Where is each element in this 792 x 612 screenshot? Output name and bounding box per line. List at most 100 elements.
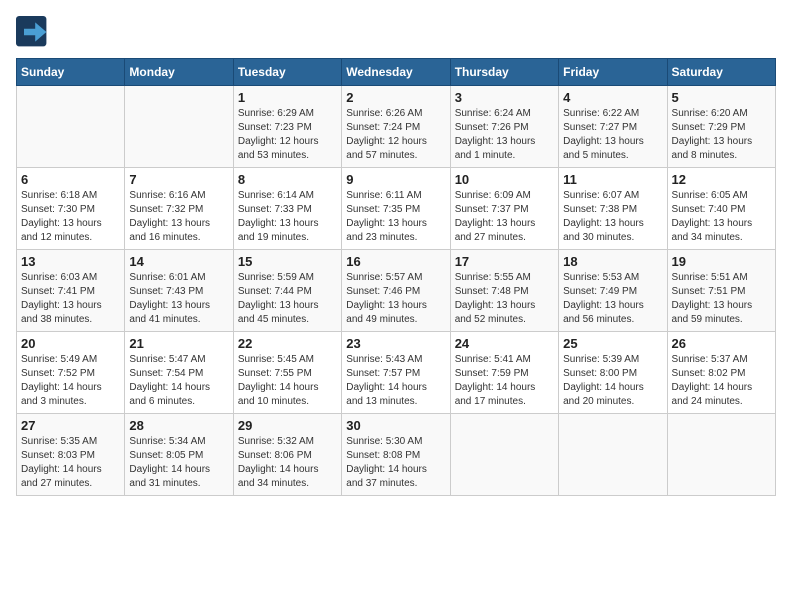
- day-number: 11: [563, 172, 662, 187]
- calendar-cell: 22 Sunrise: 5:45 AM Sunset: 7:55 PM Dayli…: [233, 332, 341, 414]
- calendar-cell: 29 Sunrise: 5:32 AM Sunset: 8:06 PM Dayli…: [233, 414, 341, 496]
- calendar-cell: [125, 86, 233, 168]
- calendar-week-row: 27Sunrise: 5:35 AM Sunset: 8:03 PM Dayli…: [17, 414, 776, 496]
- day-number: 23: [346, 336, 445, 351]
- calendar-cell: 24Sunrise: 5:41 AM Sunset: 7:59 PM Dayli…: [450, 332, 558, 414]
- calendar-week-row: 20Sunrise: 5:49 AM Sunset: 7:52 PM Dayli…: [17, 332, 776, 414]
- calendar-cell: 15 Sunrise: 5:59 AM Sunset: 7:44 PM Dayli…: [233, 250, 341, 332]
- calendar-header: SundayMondayTuesdayWednesdayThursdayFrid…: [17, 59, 776, 86]
- day-number: 12: [672, 172, 771, 187]
- calendar-cell: 21Sunrise: 5:47 AM Sunset: 7:54 PM Dayli…: [125, 332, 233, 414]
- weekday-header: Saturday: [667, 59, 775, 86]
- calendar-cell: 14Sunrise: 6:01 AM Sunset: 7:43 PM Dayli…: [125, 250, 233, 332]
- day-number: 1: [238, 90, 337, 105]
- calendar-cell: [17, 86, 125, 168]
- day-number: 5: [672, 90, 771, 105]
- day-info: Sunrise: 6:22 AM Sunset: 7:27 PM Dayligh…: [563, 107, 662, 163]
- calendar-cell: 30 Sunrise: 5:30 AM Sunset: 8:08 PM Dayli…: [342, 414, 450, 496]
- day-info: Sunrise: 5:32 AM Sunset: 8:06 PM Dayligh…: [238, 435, 337, 491]
- calendar-cell: 5 Sunrise: 6:20 AM Sunset: 7:29 PM Daylig…: [667, 86, 775, 168]
- calendar-cell: 25Sunrise: 5:39 AM Sunset: 8:00 PM Dayli…: [559, 332, 667, 414]
- day-number: 8: [238, 172, 337, 187]
- day-info: Sunrise: 5:59 AM Sunset: 7:44 PM Dayligh…: [238, 271, 337, 327]
- day-info: Sunrise: 5:39 AM Sunset: 8:00 PM Dayligh…: [563, 353, 662, 409]
- day-info: Sunrise: 6:20 AM Sunset: 7:29 PM Dayligh…: [672, 107, 771, 163]
- day-number: 13: [21, 254, 120, 269]
- day-info: Sunrise: 6:07 AM Sunset: 7:38 PM Dayligh…: [563, 189, 662, 245]
- calendar-week-row: 13Sunrise: 6:03 AM Sunset: 7:41 PM Dayli…: [17, 250, 776, 332]
- calendar-cell: 2 Sunrise: 6:26 AM Sunset: 7:24 PM Daylig…: [342, 86, 450, 168]
- calendar-cell: 28Sunrise: 5:34 AM Sunset: 8:05 PM Dayli…: [125, 414, 233, 496]
- calendar-cell: 1 Sunrise: 6:29 AM Sunset: 7:23 PM Daylig…: [233, 86, 341, 168]
- day-number: 18: [563, 254, 662, 269]
- calendar-table: SundayMondayTuesdayWednesdayThursdayFrid…: [16, 58, 776, 496]
- calendar-body: 1 Sunrise: 6:29 AM Sunset: 7:23 PM Daylig…: [17, 86, 776, 496]
- weekday-header: Tuesday: [233, 59, 341, 86]
- day-info: Sunrise: 5:43 AM Sunset: 7:57 PM Dayligh…: [346, 353, 445, 409]
- calendar-cell: 18Sunrise: 5:53 AM Sunset: 7:49 PM Dayli…: [559, 250, 667, 332]
- day-info: Sunrise: 6:24 AM Sunset: 7:26 PM Dayligh…: [455, 107, 554, 163]
- calendar-week-row: 1 Sunrise: 6:29 AM Sunset: 7:23 PM Daylig…: [17, 86, 776, 168]
- day-number: 17: [455, 254, 554, 269]
- day-info: Sunrise: 6:26 AM Sunset: 7:24 PM Dayligh…: [346, 107, 445, 163]
- weekday-header: Thursday: [450, 59, 558, 86]
- day-number: 26: [672, 336, 771, 351]
- calendar-cell: 27Sunrise: 5:35 AM Sunset: 8:03 PM Dayli…: [17, 414, 125, 496]
- day-number: 15: [238, 254, 337, 269]
- day-info: Sunrise: 6:01 AM Sunset: 7:43 PM Dayligh…: [129, 271, 228, 327]
- calendar-cell: 9 Sunrise: 6:11 AM Sunset: 7:35 PM Daylig…: [342, 168, 450, 250]
- day-number: 10: [455, 172, 554, 187]
- calendar-cell: 10 Sunrise: 6:09 AM Sunset: 7:37 PM Dayli…: [450, 168, 558, 250]
- weekday-header-row: SundayMondayTuesdayWednesdayThursdayFrid…: [17, 59, 776, 86]
- day-info: Sunrise: 5:49 AM Sunset: 7:52 PM Dayligh…: [21, 353, 120, 409]
- day-info: Sunrise: 6:18 AM Sunset: 7:30 PM Dayligh…: [21, 189, 120, 245]
- day-info: Sunrise: 6:29 AM Sunset: 7:23 PM Dayligh…: [238, 107, 337, 163]
- weekday-header: Wednesday: [342, 59, 450, 86]
- logo-icon: [16, 16, 48, 48]
- day-info: Sunrise: 5:57 AM Sunset: 7:46 PM Dayligh…: [346, 271, 445, 327]
- calendar-cell: 11 Sunrise: 6:07 AM Sunset: 7:38 PM Dayli…: [559, 168, 667, 250]
- header: [16, 16, 776, 48]
- weekday-header: Monday: [125, 59, 233, 86]
- day-number: 6: [21, 172, 120, 187]
- calendar-cell: 7 Sunrise: 6:16 AM Sunset: 7:32 PM Daylig…: [125, 168, 233, 250]
- weekday-header: Sunday: [17, 59, 125, 86]
- calendar-cell: 23 Sunrise: 5:43 AM Sunset: 7:57 PM Dayli…: [342, 332, 450, 414]
- day-number: 22: [238, 336, 337, 351]
- day-info: Sunrise: 5:35 AM Sunset: 8:03 PM Dayligh…: [21, 435, 120, 491]
- calendar-cell: [450, 414, 558, 496]
- calendar-cell: 17 Sunrise: 5:55 AM Sunset: 7:48 PM Dayli…: [450, 250, 558, 332]
- day-info: Sunrise: 6:14 AM Sunset: 7:33 PM Dayligh…: [238, 189, 337, 245]
- calendar-cell: 4 Sunrise: 6:22 AM Sunset: 7:27 PM Daylig…: [559, 86, 667, 168]
- day-info: Sunrise: 5:51 AM Sunset: 7:51 PM Dayligh…: [672, 271, 771, 327]
- day-info: Sunrise: 5:37 AM Sunset: 8:02 PM Dayligh…: [672, 353, 771, 409]
- day-info: Sunrise: 6:11 AM Sunset: 7:35 PM Dayligh…: [346, 189, 445, 245]
- day-info: Sunrise: 6:09 AM Sunset: 7:37 PM Dayligh…: [455, 189, 554, 245]
- calendar-cell: [559, 414, 667, 496]
- calendar-cell: 26 Sunrise: 5:37 AM Sunset: 8:02 PM Dayli…: [667, 332, 775, 414]
- day-info: Sunrise: 5:41 AM Sunset: 7:59 PM Dayligh…: [455, 353, 554, 409]
- calendar-cell: 12 Sunrise: 6:05 AM Sunset: 7:40 PM Dayli…: [667, 168, 775, 250]
- logo: [16, 16, 54, 48]
- calendar-cell: 13Sunrise: 6:03 AM Sunset: 7:41 PM Dayli…: [17, 250, 125, 332]
- day-number: 29: [238, 418, 337, 433]
- day-number: 30: [346, 418, 445, 433]
- day-info: Sunrise: 5:45 AM Sunset: 7:55 PM Dayligh…: [238, 353, 337, 409]
- day-info: Sunrise: 6:05 AM Sunset: 7:40 PM Dayligh…: [672, 189, 771, 245]
- calendar-cell: [667, 414, 775, 496]
- day-number: 7: [129, 172, 228, 187]
- calendar-cell: 20Sunrise: 5:49 AM Sunset: 7:52 PM Dayli…: [17, 332, 125, 414]
- day-number: 16: [346, 254, 445, 269]
- day-info: Sunrise: 5:47 AM Sunset: 7:54 PM Dayligh…: [129, 353, 228, 409]
- calendar-cell: 6 Sunrise: 6:18 AM Sunset: 7:30 PM Daylig…: [17, 168, 125, 250]
- day-info: Sunrise: 6:16 AM Sunset: 7:32 PM Dayligh…: [129, 189, 228, 245]
- day-number: 4: [563, 90, 662, 105]
- day-number: 2: [346, 90, 445, 105]
- calendar-cell: 16 Sunrise: 5:57 AM Sunset: 7:46 PM Dayli…: [342, 250, 450, 332]
- calendar-cell: 19 Sunrise: 5:51 AM Sunset: 7:51 PM Dayli…: [667, 250, 775, 332]
- day-info: Sunrise: 5:34 AM Sunset: 8:05 PM Dayligh…: [129, 435, 228, 491]
- day-info: Sunrise: 5:55 AM Sunset: 7:48 PM Dayligh…: [455, 271, 554, 327]
- day-number: 9: [346, 172, 445, 187]
- day-number: 19: [672, 254, 771, 269]
- day-info: Sunrise: 5:30 AM Sunset: 8:08 PM Dayligh…: [346, 435, 445, 491]
